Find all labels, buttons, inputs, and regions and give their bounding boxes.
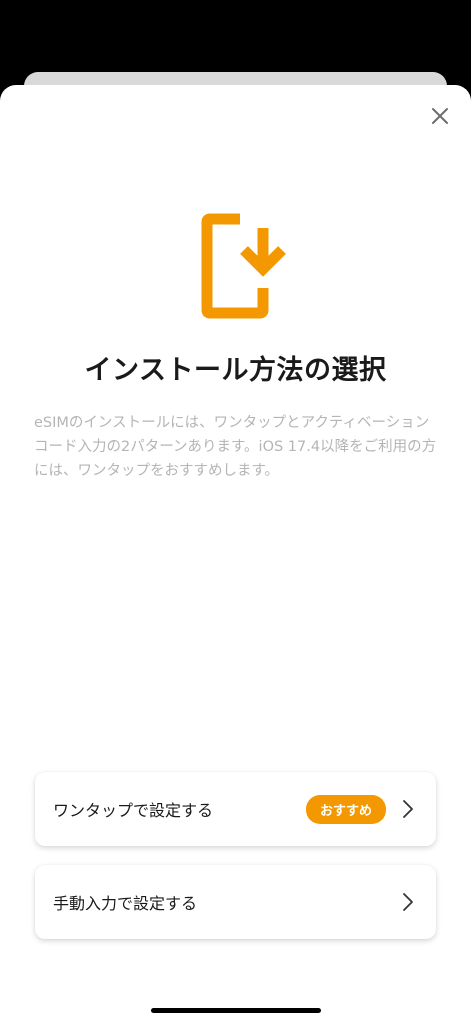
one-tap-setup-button[interactable]: ワンタップで設定する おすすめ — [35, 772, 436, 846]
chevron-right-icon — [402, 799, 414, 819]
close-button[interactable] — [424, 100, 456, 132]
phone-download-icon — [201, 213, 286, 319]
close-icon — [432, 108, 448, 124]
manual-setup-button[interactable]: 手動入力で設定する — [35, 865, 436, 939]
one-tap-setup-label: ワンタップで設定する — [53, 801, 214, 820]
chevron-right-icon — [402, 892, 414, 912]
home-indicator[interactable] — [151, 1008, 321, 1013]
manual-setup-label: 手動入力で設定する — [53, 894, 198, 913]
install-description: eSIMのインストールには、ワンタップとアクティベーションコード入力の2パターン… — [34, 415, 437, 479]
page-title: インストール方法の選択 — [84, 355, 387, 386]
recommended-badge: おすすめ — [305, 794, 386, 824]
